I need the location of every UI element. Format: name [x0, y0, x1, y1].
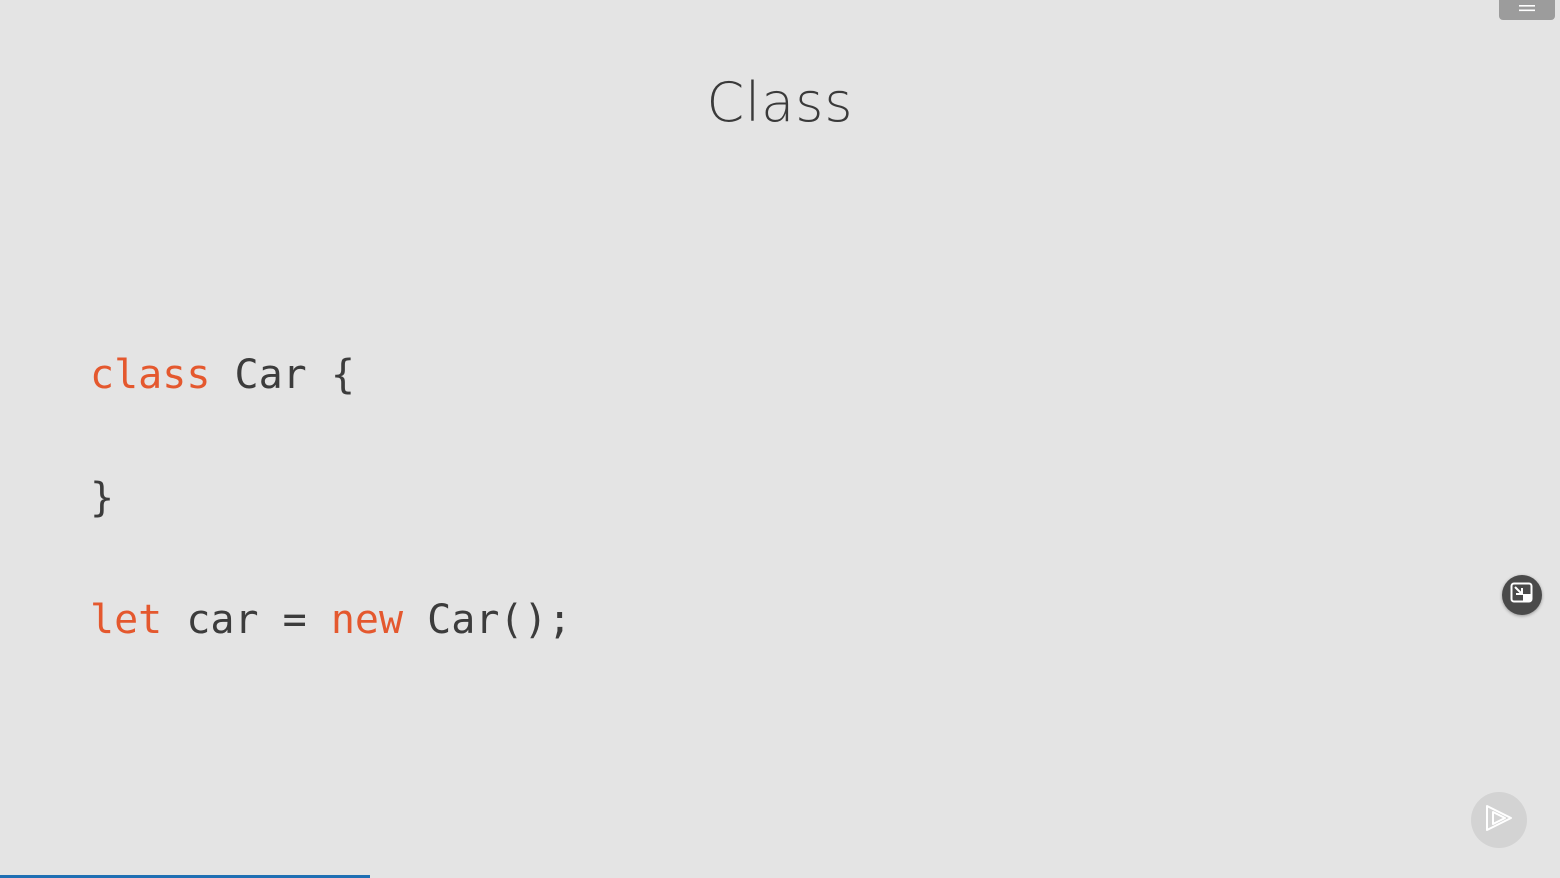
code-text: Car { [210, 352, 355, 398]
code-keyword-let: let [90, 597, 163, 643]
code-keyword-new: new [330, 597, 404, 643]
play-icon [1484, 804, 1514, 836]
code-line-2: } [90, 473, 114, 523]
exit-picture-in-picture-icon [1510, 582, 1534, 608]
slide-title: Class [706, 71, 854, 134]
code-line-3: let car = new Car(); [90, 595, 572, 645]
code-text: Car(); [403, 597, 572, 643]
code-line-1: class Car { [90, 350, 355, 400]
code-keyword-class: class [90, 352, 211, 398]
code-text: } [90, 475, 115, 521]
exit-picture-in-picture-button[interactable] [1502, 575, 1542, 615]
play-button[interactable] [1471, 792, 1527, 848]
hamburger-icon [1519, 1, 1535, 13]
menu-button[interactable] [1499, 0, 1555, 20]
slide: Class class Car { } let car = new Car(); [0, 0, 1560, 878]
code-text: car = [162, 597, 331, 643]
